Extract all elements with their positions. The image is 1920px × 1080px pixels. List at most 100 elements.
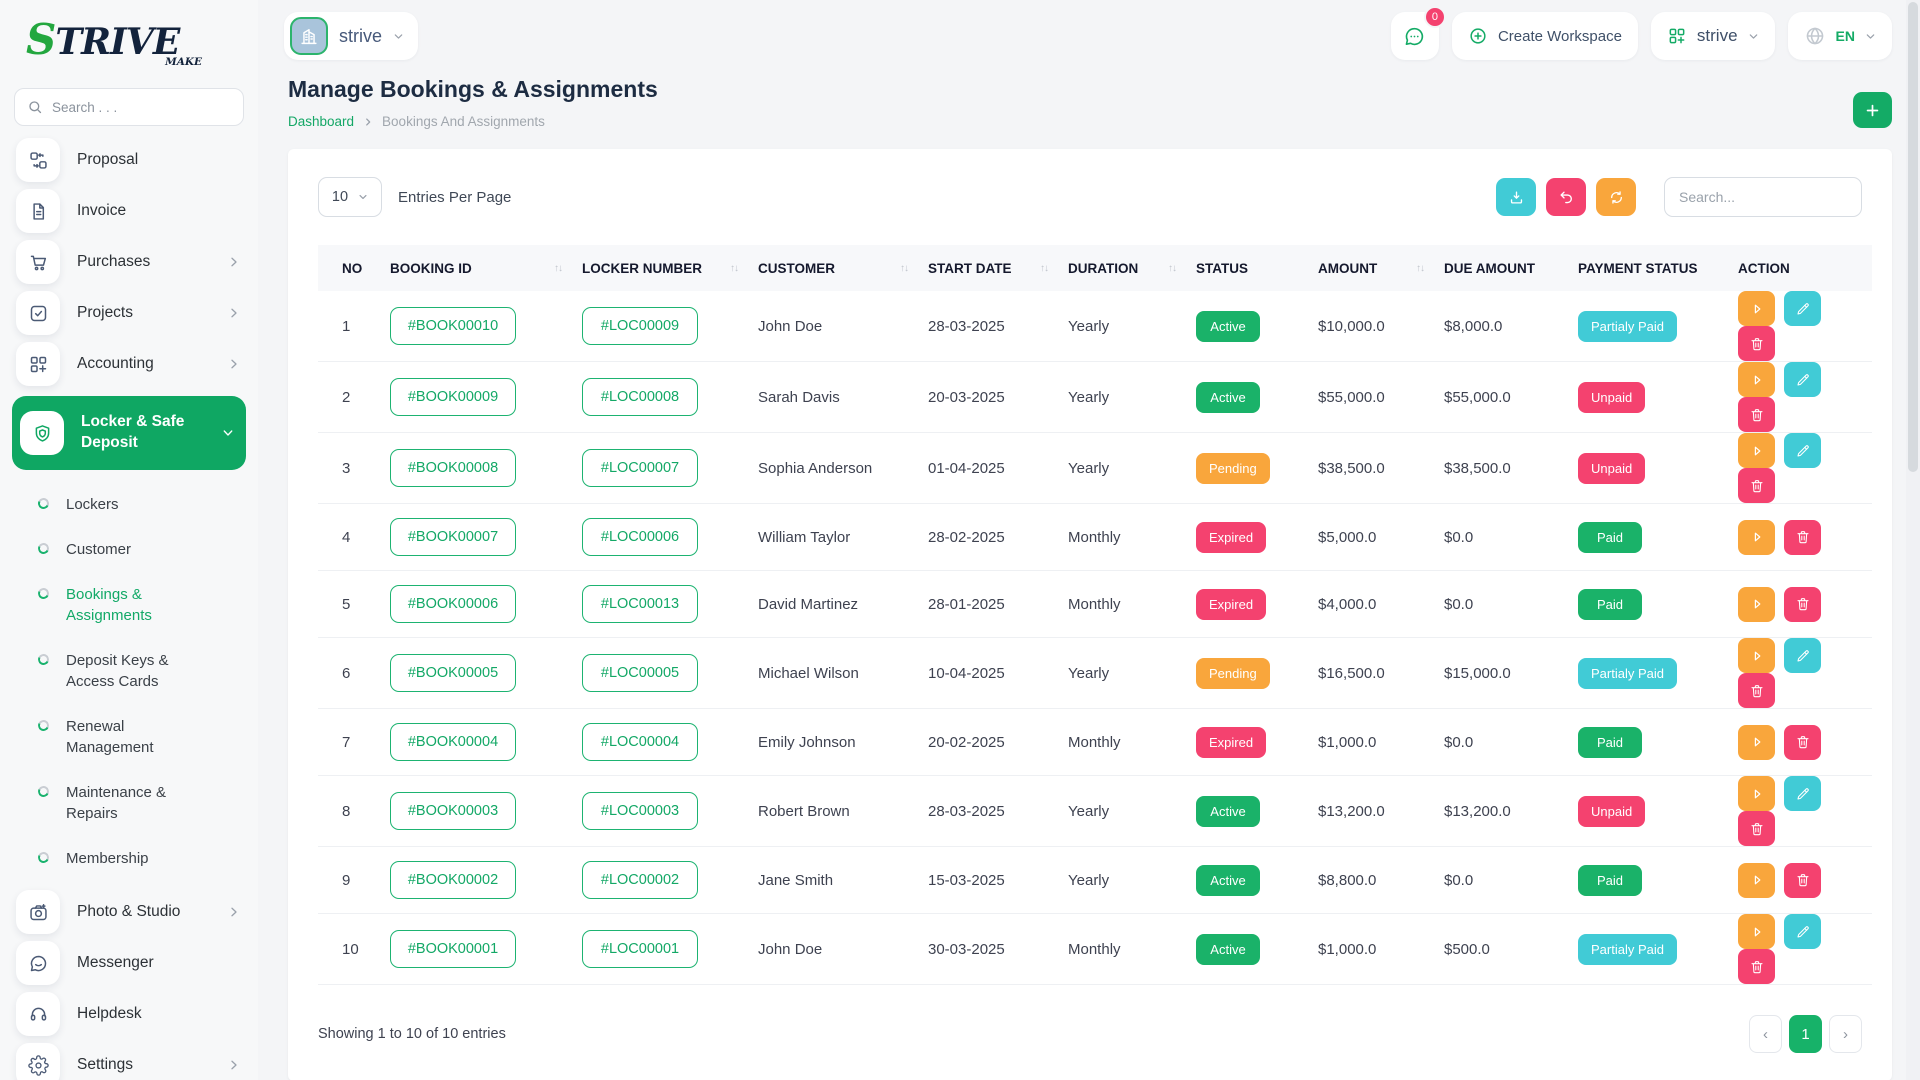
- entries-per-page-select[interactable]: 10: [318, 177, 382, 217]
- delete-booking-button[interactable]: [1738, 811, 1775, 846]
- delete-booking-button[interactable]: [1738, 673, 1775, 708]
- bullet-icon: [36, 586, 51, 601]
- edit-booking-button[interactable]: [1784, 776, 1821, 811]
- sidebar-subitem-deposit-keys-access-cards[interactable]: Deposit Keys & Access Cards: [12, 638, 246, 704]
- chat-button[interactable]: 0: [1390, 6, 1446, 60]
- view-booking-button[interactable]: [1738, 862, 1775, 898]
- delete-booking-button[interactable]: [1784, 586, 1821, 622]
- edit-booking-button[interactable]: [1784, 638, 1821, 673]
- delete-booking-button[interactable]: [1784, 724, 1821, 760]
- cell-booking-id: #BOOK00008: [382, 432, 574, 504]
- col-header-customer[interactable]: CUSTOMER ↑↓: [750, 245, 920, 291]
- sidebar-item-helpdesk[interactable]: Helpdesk: [12, 990, 246, 1038]
- org-selector[interactable]: strive: [1650, 12, 1775, 60]
- pagination-page-1-button[interactable]: 1: [1789, 1015, 1822, 1053]
- view-booking-button[interactable]: [1738, 291, 1775, 326]
- view-booking-button[interactable]: [1738, 586, 1775, 622]
- accounting-icon: [16, 342, 60, 386]
- delete-booking-button[interactable]: [1738, 397, 1775, 432]
- cell-due-amount: $0.0: [1436, 708, 1570, 776]
- sidebar-subitem-maintenance-repairs[interactable]: Maintenance & Repairs: [12, 770, 246, 836]
- sidebar-subitem-membership[interactable]: Membership: [12, 836, 246, 881]
- edit-booking-button[interactable]: [1784, 433, 1821, 468]
- view-booking-button[interactable]: [1738, 776, 1775, 811]
- booking-id-chip: #BOOK00003: [390, 792, 516, 830]
- sidebar-subitem-label: Deposit Keys & Access Cards: [66, 652, 169, 690]
- locker-number-chip: #LOC00009: [582, 307, 698, 345]
- messenger-icon: [16, 941, 60, 985]
- language-selector[interactable]: EN: [1787, 12, 1892, 60]
- sidebar-item-settings[interactable]: Settings: [12, 1041, 246, 1080]
- cell-due-amount: $0.0: [1436, 846, 1570, 914]
- bullet-icon: [36, 541, 51, 556]
- chevron-down-icon: [222, 427, 234, 439]
- scrollbar-track[interactable]: [1906, 0, 1920, 1080]
- sidebar-item-purchases[interactable]: Purchases: [12, 238, 246, 286]
- sidebar-subitem-bookings-assignments[interactable]: Bookings & Assignments: [12, 572, 246, 638]
- sidebar-item-photo-studio[interactable]: Photo & Studio: [12, 888, 246, 936]
- view-booking-button[interactable]: [1738, 433, 1775, 468]
- view-booking-button[interactable]: [1738, 914, 1775, 949]
- view-booking-button[interactable]: [1738, 362, 1775, 397]
- sidebar-item-projects[interactable]: Projects: [12, 289, 246, 337]
- status-badge: Active: [1196, 381, 1260, 413]
- pagination-prev-button[interactable]: ‹: [1749, 1015, 1782, 1053]
- delete-booking-button[interactable]: [1784, 519, 1821, 555]
- edit-icon: [1796, 444, 1809, 457]
- export-button[interactable]: [1496, 178, 1536, 216]
- table-search-input[interactable]: [1664, 177, 1862, 217]
- cell-amount: $1,000.0: [1310, 708, 1436, 776]
- sidebar-item-invoice[interactable]: Invoice: [12, 187, 246, 235]
- sidebar-item-label: Photo & Studio: [77, 903, 181, 920]
- search-input[interactable]: [52, 99, 231, 115]
- edit-booking-button[interactable]: [1784, 291, 1821, 326]
- delete-booking-button[interactable]: [1738, 326, 1775, 361]
- search-icon: [29, 101, 42, 114]
- sidebar-item-accounting[interactable]: Accounting: [12, 340, 246, 388]
- col-header-label: DURATION: [1068, 260, 1139, 276]
- edit-booking-button[interactable]: [1784, 914, 1821, 949]
- language-code: EN: [1835, 28, 1855, 44]
- cell-status: Expired: [1188, 503, 1310, 571]
- view-booking-button[interactable]: [1738, 638, 1775, 673]
- create-workspace-button[interactable]: Create Workspace: [1451, 12, 1638, 60]
- refresh-button[interactable]: [1596, 178, 1636, 216]
- workspace-selector[interactable]: strive: [284, 12, 419, 60]
- edit-booking-button[interactable]: [1784, 362, 1821, 397]
- sort-icon: ↑↓: [1040, 262, 1049, 274]
- sidebar-subitem-renewal-management[interactable]: Renewal Management: [12, 704, 246, 770]
- col-header-label: STATUS: [1196, 260, 1248, 276]
- sidebar-subitem-lockers[interactable]: Lockers: [12, 482, 246, 527]
- undo-button[interactable]: [1546, 178, 1586, 216]
- brand-logo-text: TRIVE: [55, 21, 180, 63]
- chat-dots-icon: [1406, 27, 1424, 45]
- col-header-start-date[interactable]: START DATE ↑↓: [920, 245, 1060, 291]
- sidebar-search[interactable]: [14, 88, 244, 126]
- cell-due-amount: $38,500.0: [1436, 432, 1570, 504]
- view-booking-button[interactable]: [1738, 724, 1775, 760]
- add-booking-button[interactable]: [1853, 92, 1892, 128]
- cell-booking-id: #BOOK00006: [382, 570, 574, 638]
- cell-status: Pending: [1188, 637, 1310, 709]
- col-header-amount[interactable]: AMOUNT ↑↓: [1310, 245, 1436, 291]
- col-header-duration[interactable]: DURATION ↑↓: [1060, 245, 1188, 291]
- sidebar-item-messenger[interactable]: Messenger: [12, 939, 246, 987]
- view-booking-button[interactable]: [1738, 519, 1775, 555]
- cell-amount: $13,200.0: [1310, 775, 1436, 847]
- sidebar-item-proposal[interactable]: Proposal: [12, 136, 246, 184]
- col-header-booking-id[interactable]: BOOKING ID ↑↓: [382, 245, 574, 291]
- delete-booking-button[interactable]: [1784, 862, 1821, 898]
- pagination-next-button[interactable]: ›: [1829, 1015, 1862, 1053]
- sidebar-item-label: Settings: [77, 1056, 134, 1073]
- sidebar-item-locker-safe-deposit[interactable]: Locker & Safe Deposit: [12, 396, 246, 470]
- scrollbar-thumb[interactable]: [1908, 2, 1918, 472]
- chevron-right-icon: [228, 256, 240, 268]
- sidebar-subitem-customer[interactable]: Customer: [12, 527, 246, 572]
- cell-booking-id: #BOOK00001: [382, 913, 574, 985]
- col-header-locker-number[interactable]: LOCKER NUMBER ↑↓: [574, 245, 750, 291]
- breadcrumb-dashboard-link[interactable]: Dashboard: [288, 114, 354, 129]
- delete-booking-button[interactable]: [1738, 468, 1775, 503]
- edit-icon: [1796, 302, 1809, 315]
- cell-locker-number: #LOC00013: [574, 570, 750, 638]
- delete-booking-button[interactable]: [1738, 949, 1775, 984]
